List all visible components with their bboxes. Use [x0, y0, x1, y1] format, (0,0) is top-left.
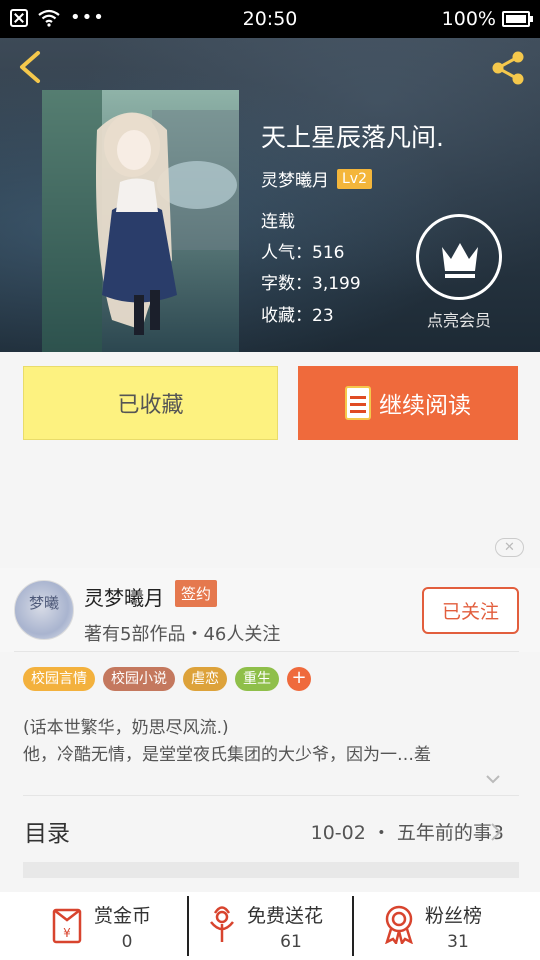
author-card-meta: 著有5部作品・46人关注 [84, 624, 281, 645]
red-envelope-yen-icon: ¥ [52, 908, 82, 944]
vip-label[interactable]: 点亮会员 [409, 307, 509, 331]
chevron-right-icon[interactable] [490, 822, 502, 842]
follow-label: 已关注 [441, 601, 499, 623]
author-card-name[interactable]: 灵梦曦月 [84, 582, 164, 611]
tag-chip[interactable]: 虐恋 [183, 667, 227, 691]
avatar-calligraphy: 梦曦 [29, 594, 60, 612]
description-line: (话本世繁华，奶思尽风流.) [23, 718, 229, 738]
reward-coins-label: 赏金币 [94, 905, 152, 927]
tag-chip[interactable]: 重生 [235, 667, 279, 691]
add-tag-icon[interactable]: + [287, 667, 311, 691]
book-hero: 天上星辰落凡间. 灵梦曦月 Lv2 连载 人气：516 字数：3,199 收藏：… [0, 38, 540, 352]
fan-ranking-count: 31 [447, 932, 469, 952]
send-flowers-label: 免费送花 [247, 905, 324, 927]
author-card[interactable]: 梦曦 灵梦曦月 签约 著有5部作品・46人关注 已关注 [0, 568, 540, 652]
book-title: 天上星辰落凡间. [261, 123, 444, 152]
section-separator [23, 862, 519, 878]
share-icon[interactable] [488, 48, 528, 88]
author-level-badge: Lv2 [337, 168, 372, 189]
fan-ranking-button[interactable]: 粉丝榜 31 [354, 892, 540, 960]
back-arrow-icon[interactable] [16, 50, 46, 84]
hero-author-name[interactable]: 灵梦曦月 [261, 166, 329, 191]
bottom-action-bar: ¥ 赏金币 0 免费送花 61 粉丝榜 31 [0, 892, 540, 960]
tag-list: 校园言情 校园小说 虐恋 重生 + [23, 667, 311, 691]
latest-chapter[interactable]: 10-02 ・ 五年前的事3 [311, 818, 504, 845]
battery-icon [502, 11, 533, 27]
serial-status: 连载 [261, 212, 295, 232]
send-flowers-button[interactable]: 免费送花 61 [189, 892, 353, 960]
flower-icon [210, 906, 234, 942]
book-cover[interactable] [42, 90, 239, 352]
reward-coins-button[interactable]: ¥ 赏金币 0 [0, 892, 188, 960]
fan-ranking-label: 粉丝榜 [425, 905, 483, 927]
vip-button[interactable] [416, 214, 502, 300]
book-icon [345, 386, 371, 420]
popularity-stat: 人气：516 [261, 243, 345, 263]
collected-button[interactable]: 已收藏 [23, 366, 278, 440]
status-bar: ••• 20:50 100% [0, 0, 540, 38]
svg-text:¥: ¥ [63, 926, 71, 940]
tag-chip[interactable]: 校园言情 [23, 667, 95, 691]
signed-badge: 签约 [175, 580, 218, 607]
continue-reading-label: 继续阅读 [379, 393, 471, 419]
cover-illustration [42, 90, 239, 352]
tag-chip[interactable]: 校园小说 [103, 667, 175, 691]
chevron-down-icon[interactable] [484, 770, 502, 788]
collected-label: 已收藏 [117, 393, 184, 418]
book-description[interactable]: (话本世繁华，奶思尽风流.) 他，冷酷无情，是堂堂夜氏集团的大少爷，因为一…羞 [23, 715, 520, 769]
avatar[interactable]: 梦曦 [14, 580, 74, 640]
follow-button[interactable]: 已关注 [422, 587, 519, 634]
author-row: 灵梦曦月 Lv2 [261, 166, 372, 191]
word-count-stat: 字数：3,199 [261, 274, 361, 294]
send-flowers-count: 61 [280, 932, 302, 952]
divider [23, 795, 519, 796]
catalog-label[interactable]: 目录 [24, 814, 70, 848]
description-line: 他，冷酷无情，是堂堂夜氏集团的大少爷，因为一…羞 [23, 745, 431, 765]
battery-percent: 100% [441, 8, 496, 30]
reward-coins-count: 0 [121, 932, 133, 952]
continue-reading-button[interactable]: 继续阅读 [298, 366, 518, 440]
status-right: 100% [441, 8, 533, 30]
award-medal-icon [385, 905, 413, 944]
favorites-stat: 收藏：23 [261, 306, 334, 326]
divider [14, 651, 519, 652]
close-icon[interactable]: ✕ [495, 538, 524, 557]
crown-icon [442, 243, 478, 278]
